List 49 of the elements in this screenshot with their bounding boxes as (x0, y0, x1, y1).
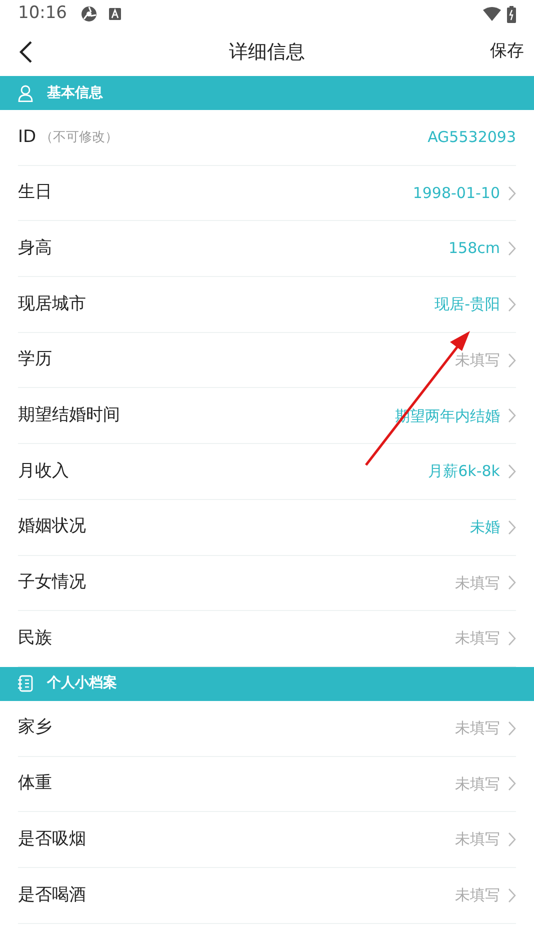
row-label: 身高 (18, 236, 52, 260)
status-time: 10:16 (18, 2, 67, 26)
row-value: 未填写 (455, 774, 500, 795)
wifi-icon (483, 7, 501, 21)
row-value: 未填写 (455, 718, 500, 739)
list-item[interactable]: 是否吸烟 未填写 (18, 812, 516, 868)
list-item[interactable]: 生日 1998-01-10 (18, 166, 516, 222)
save-button[interactable]: 保存 (490, 39, 524, 65)
row-label: ID (18, 126, 36, 149)
row-label: 是否吸烟 (18, 828, 86, 851)
list-item[interactable]: 现居城市 现居-贵阳 (18, 277, 516, 333)
row-value: AG5532093 (428, 127, 516, 148)
battery-icon (507, 6, 516, 22)
row-label: 婚姻状况 (18, 515, 86, 538)
list-item[interactable]: 是否喝酒 未填写 (18, 868, 516, 924)
row-label: 民族 (18, 626, 52, 650)
row-value: 158cm (448, 238, 500, 260)
row-value: 未填写 (455, 350, 500, 371)
row-label: 月收入 (18, 460, 69, 483)
list-item[interactable]: 体重 未填写 (18, 756, 516, 812)
row-value: 1998-01-10 (412, 182, 500, 204)
list-item[interactable]: 月收入 月薪6k-8k (18, 444, 516, 500)
row-label: 期望结婚时间 (18, 404, 120, 428)
notebook-icon (18, 675, 33, 692)
app-icon (81, 6, 97, 22)
row-value: 未填写 (455, 829, 500, 850)
list-item[interactable]: 身高 158cm (18, 221, 516, 278)
list-item[interactable]: 婚姻状况 未婚 (18, 500, 516, 556)
row-value: 月薪6k-8k (428, 461, 500, 482)
row-label: 体重 (18, 772, 52, 796)
section-title: 基本信息 (47, 84, 103, 102)
row-label: 现居城市 (18, 292, 86, 316)
row-label: 生日 (18, 181, 52, 204)
page-title: 详细信息 (229, 40, 305, 65)
row-value: 未填写 (455, 885, 500, 906)
row-label: 学历 (18, 348, 52, 372)
row-value: 未填写 (455, 628, 500, 650)
row-value: 未婚 (470, 516, 500, 538)
row-note: （不可修改） (40, 128, 118, 147)
row-value: 现居-贵阳 (434, 294, 500, 316)
row-label: 是否喝酒 (18, 884, 86, 907)
notification-icon (109, 8, 121, 20)
row-label: 子女情况 (18, 571, 86, 594)
section-title: 个人小档案 (47, 674, 117, 694)
row-value: 未填写 (455, 572, 500, 594)
list-item[interactable]: 子女情况 未填写 (18, 556, 516, 612)
person-icon (18, 84, 33, 102)
list-item[interactable]: 家乡 未填写 (18, 700, 516, 757)
row-label: 家乡 (18, 716, 52, 740)
